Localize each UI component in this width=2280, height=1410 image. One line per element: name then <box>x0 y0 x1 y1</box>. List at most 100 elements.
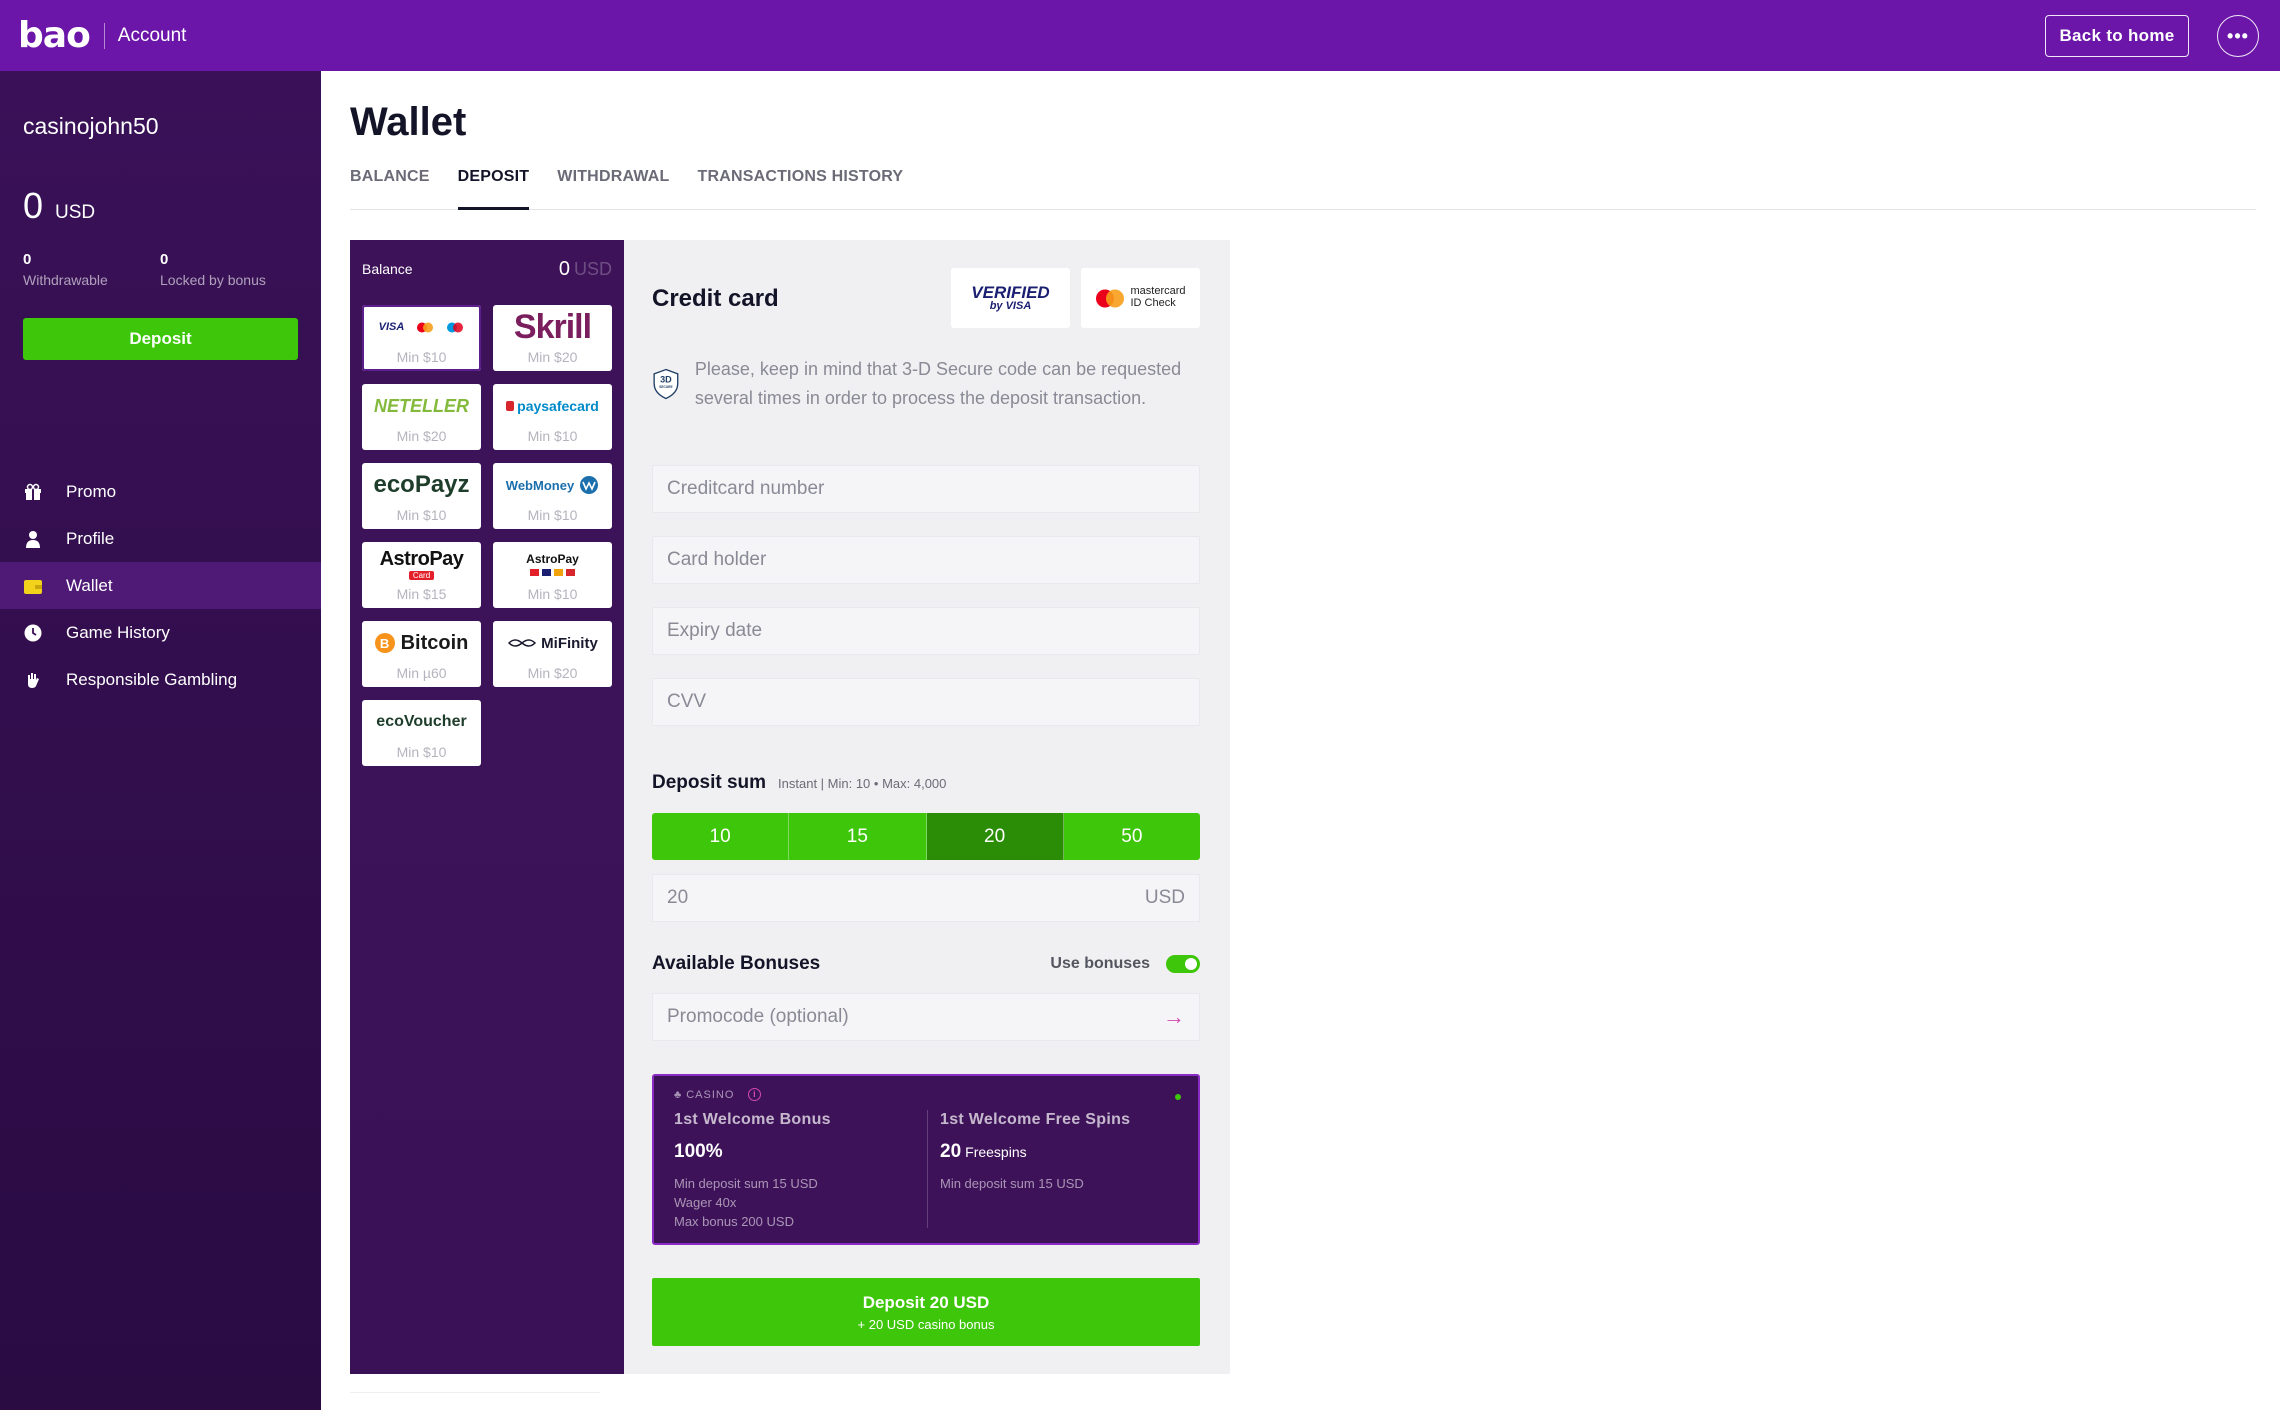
method-mifinity[interactable]: MiFinity Min $20 <box>493 621 612 687</box>
sidebar-item-promo[interactable]: Promo <box>0 468 321 515</box>
method-min: Min $10 <box>527 428 578 444</box>
verified-by-visa-badge: VERIFIED by VISA <box>951 268 1070 328</box>
svg-text:3D: 3D <box>660 374 672 384</box>
visa-mastercard-logo: VISA <box>362 305 481 349</box>
sidebar-item-label: Responsible Gambling <box>66 669 238 689</box>
card-holder-field[interactable]: Card holder <box>652 536 1200 584</box>
sidebar-item-label: Game History <box>66 622 170 642</box>
deposit-sum-label: Deposit sum <box>652 772 767 793</box>
method-ecopayz[interactable]: ecoPayz Min $10 <box>362 463 481 529</box>
method-ecovoucher[interactable]: ecoVoucher Min $10 <box>362 700 481 766</box>
deposit-submit-label: Deposit 20 USD <box>862 1292 990 1312</box>
method-astropay-card[interactable]: AstroPay Card Min $15 <box>362 542 481 608</box>
notice-text: Please, keep in mind that 3-D Secure cod… <box>694 359 1182 408</box>
ecopayz-logo: ecoPayz <box>373 471 470 498</box>
method-webmoney[interactable]: WebMoney Min $10 <box>493 463 612 529</box>
withdrawable-stat: 0 Withdrawable <box>23 251 108 288</box>
balance-currency: USD <box>55 202 96 223</box>
method-visa-mastercard[interactable]: VISA Min $10 <box>362 305 481 371</box>
cvv-field[interactable]: CVV <box>652 678 1200 726</box>
sidebar-item-label: Wallet <box>66 575 113 595</box>
account-sidebar: casinojohn50 0 USD 0 Withdrawable 0 Lock… <box>0 71 321 1410</box>
more-options-button[interactable]: ••• <box>2217 15 2259 57</box>
wallet-tabs: BALANCE DEPOSIT WITHDRAWAL TRANSACTIONS … <box>350 160 2256 210</box>
deposit-amount-value: 20 <box>667 887 689 908</box>
locked-value: 0 <box>160 251 169 268</box>
back-to-home-button[interactable]: Back to home <box>2045 15 2189 57</box>
sidebar-nav: Promo Profile Wallet Game History Respon… <box>0 468 321 703</box>
method-paysafecard[interactable]: paysafecard Min $10 <box>493 384 612 450</box>
method-astropay[interactable]: AstroPay Min $10 <box>493 542 612 608</box>
free-spins-value: 20 Freespins <box>940 1141 1027 1162</box>
promocode-input[interactable]: Promocode (optional) → <box>652 993 1200 1041</box>
method-min: Min $20 <box>396 428 447 444</box>
page-title: Wallet <box>350 100 467 144</box>
bonus-title: 1st Welcome Bonus <box>674 1111 831 1128</box>
withdrawable-label: Withdrawable <box>23 272 108 288</box>
casino-icon: ♣ <box>674 1088 683 1101</box>
amount-option-10[interactable]: 10 <box>652 813 790 860</box>
method-skrill[interactable]: Skrill Min $20 <box>493 305 612 371</box>
info-icon[interactable]: i <box>748 1088 762 1101</box>
available-bonuses-label: Available Bonuses <box>652 953 821 974</box>
visa-verified-logo: VERIFIED by VISA <box>971 283 1050 312</box>
wallet-icon <box>23 576 43 596</box>
bao-logo[interactable]: bao <box>18 15 91 56</box>
payment-methods-panel: Balance 0 USD VISA Min $10 Skrill Min $20… <box>350 240 624 1374</box>
astropay-logo: AstroPay <box>493 542 612 586</box>
svg-text:SECURE: SECURE <box>659 385 673 389</box>
deposit-submit-sublabel: + 20 USD casino bonus <box>857 1316 995 1332</box>
sidebar-item-wallet[interactable]: Wallet <box>0 562 321 609</box>
method-neteller[interactable]: NETELLER Min $20 <box>362 384 481 450</box>
neteller-logo: NETELLER <box>373 395 469 416</box>
mastercard-icon <box>1096 289 1125 307</box>
selected-indicator-dot <box>1175 1094 1181 1100</box>
use-bonuses-label: Use bonuses <box>1050 955 1150 972</box>
sidebar-item-label: Promo <box>66 481 117 501</box>
methods-balance-row: Balance 0 USD <box>362 254 612 284</box>
header-divider <box>103 22 105 49</box>
deposit-amount-input[interactable]: 20 USD <box>652 874 1200 922</box>
webmoney-logo: WebMoney <box>493 463 612 507</box>
method-min: Min $10 <box>396 744 447 760</box>
deposit-sum-hint: Instant | Min: 10 • Max: 4,000 <box>778 776 947 791</box>
clock-icon <box>23 623 43 643</box>
free-spins-details: Min deposit sum 15 USD <box>940 1176 1084 1191</box>
free-spins-title: 1st Welcome Free Spins <box>940 1111 1131 1128</box>
sidebar-item-profile[interactable]: Profile <box>0 515 321 562</box>
amount-option-50[interactable]: 50 <box>1063 813 1200 860</box>
card-number-field[interactable]: Creditcard number <box>652 465 1200 513</box>
username: casinojohn50 <box>23 113 159 139</box>
form-title: Credit card <box>652 285 779 312</box>
header-section-title: Account <box>117 24 187 46</box>
method-bitcoin[interactable]: B Bitcoin Min µ60 <box>362 621 481 687</box>
tab-withdrawal[interactable]: WITHDRAWAL <box>557 160 669 210</box>
tab-balance[interactable]: BALANCE <box>350 160 430 210</box>
use-bonuses-control: Use bonuses <box>1050 955 1200 973</box>
free-spins-column: 1st Welcome Free Spins 20 Freespins Min d… <box>940 1111 1130 1193</box>
method-min: Min $20 <box>527 349 578 365</box>
more-icon: ••• <box>2227 25 2249 46</box>
expiry-date-field[interactable]: Expiry date <box>652 607 1200 655</box>
3d-secure-shield-icon: 3D SECURE <box>653 368 679 400</box>
available-bonuses-header: Available Bonuses Use bonuses <box>652 953 1200 975</box>
methods-balance-value: 0 USD <box>558 257 612 280</box>
mastercard-id-check-badge: mastercard ID Check <box>1081 268 1200 328</box>
astropay-card-logo: AstroPay Card <box>379 548 464 580</box>
amount-option-20[interactable]: 20 <box>926 813 1064 860</box>
locked-stat: 0 Locked by bonus <box>160 251 266 288</box>
sidebar-item-responsible-gambling[interactable]: Responsible Gambling <box>0 656 321 703</box>
welcome-bonus-card[interactable]: ♣ CASINO i 1st Welcome Bonus 100% Min de… <box>652 1074 1200 1245</box>
sidebar-deposit-button[interactable]: Deposit <box>23 318 298 360</box>
sidebar-item-game-history[interactable]: Game History <box>0 609 321 656</box>
tab-transactions-history[interactable]: TRANSACTIONS HISTORY <box>697 160 903 210</box>
mifinity-logo: MiFinity <box>493 621 612 665</box>
arrow-right-icon[interactable]: → <box>1163 1004 1185 1030</box>
method-min: Min $15 <box>396 586 447 602</box>
deposit-submit-button[interactable]: Deposit 20 USD + 20 USD casino bonus <box>652 1278 1200 1346</box>
amount-selector: 10 15 20 50 <box>652 813 1200 860</box>
bonus-value: 100% <box>674 1141 723 1162</box>
use-bonuses-toggle[interactable] <box>1166 955 1200 973</box>
tab-deposit[interactable]: DEPOSIT <box>457 160 530 210</box>
amount-option-15[interactable]: 15 <box>789 813 927 860</box>
